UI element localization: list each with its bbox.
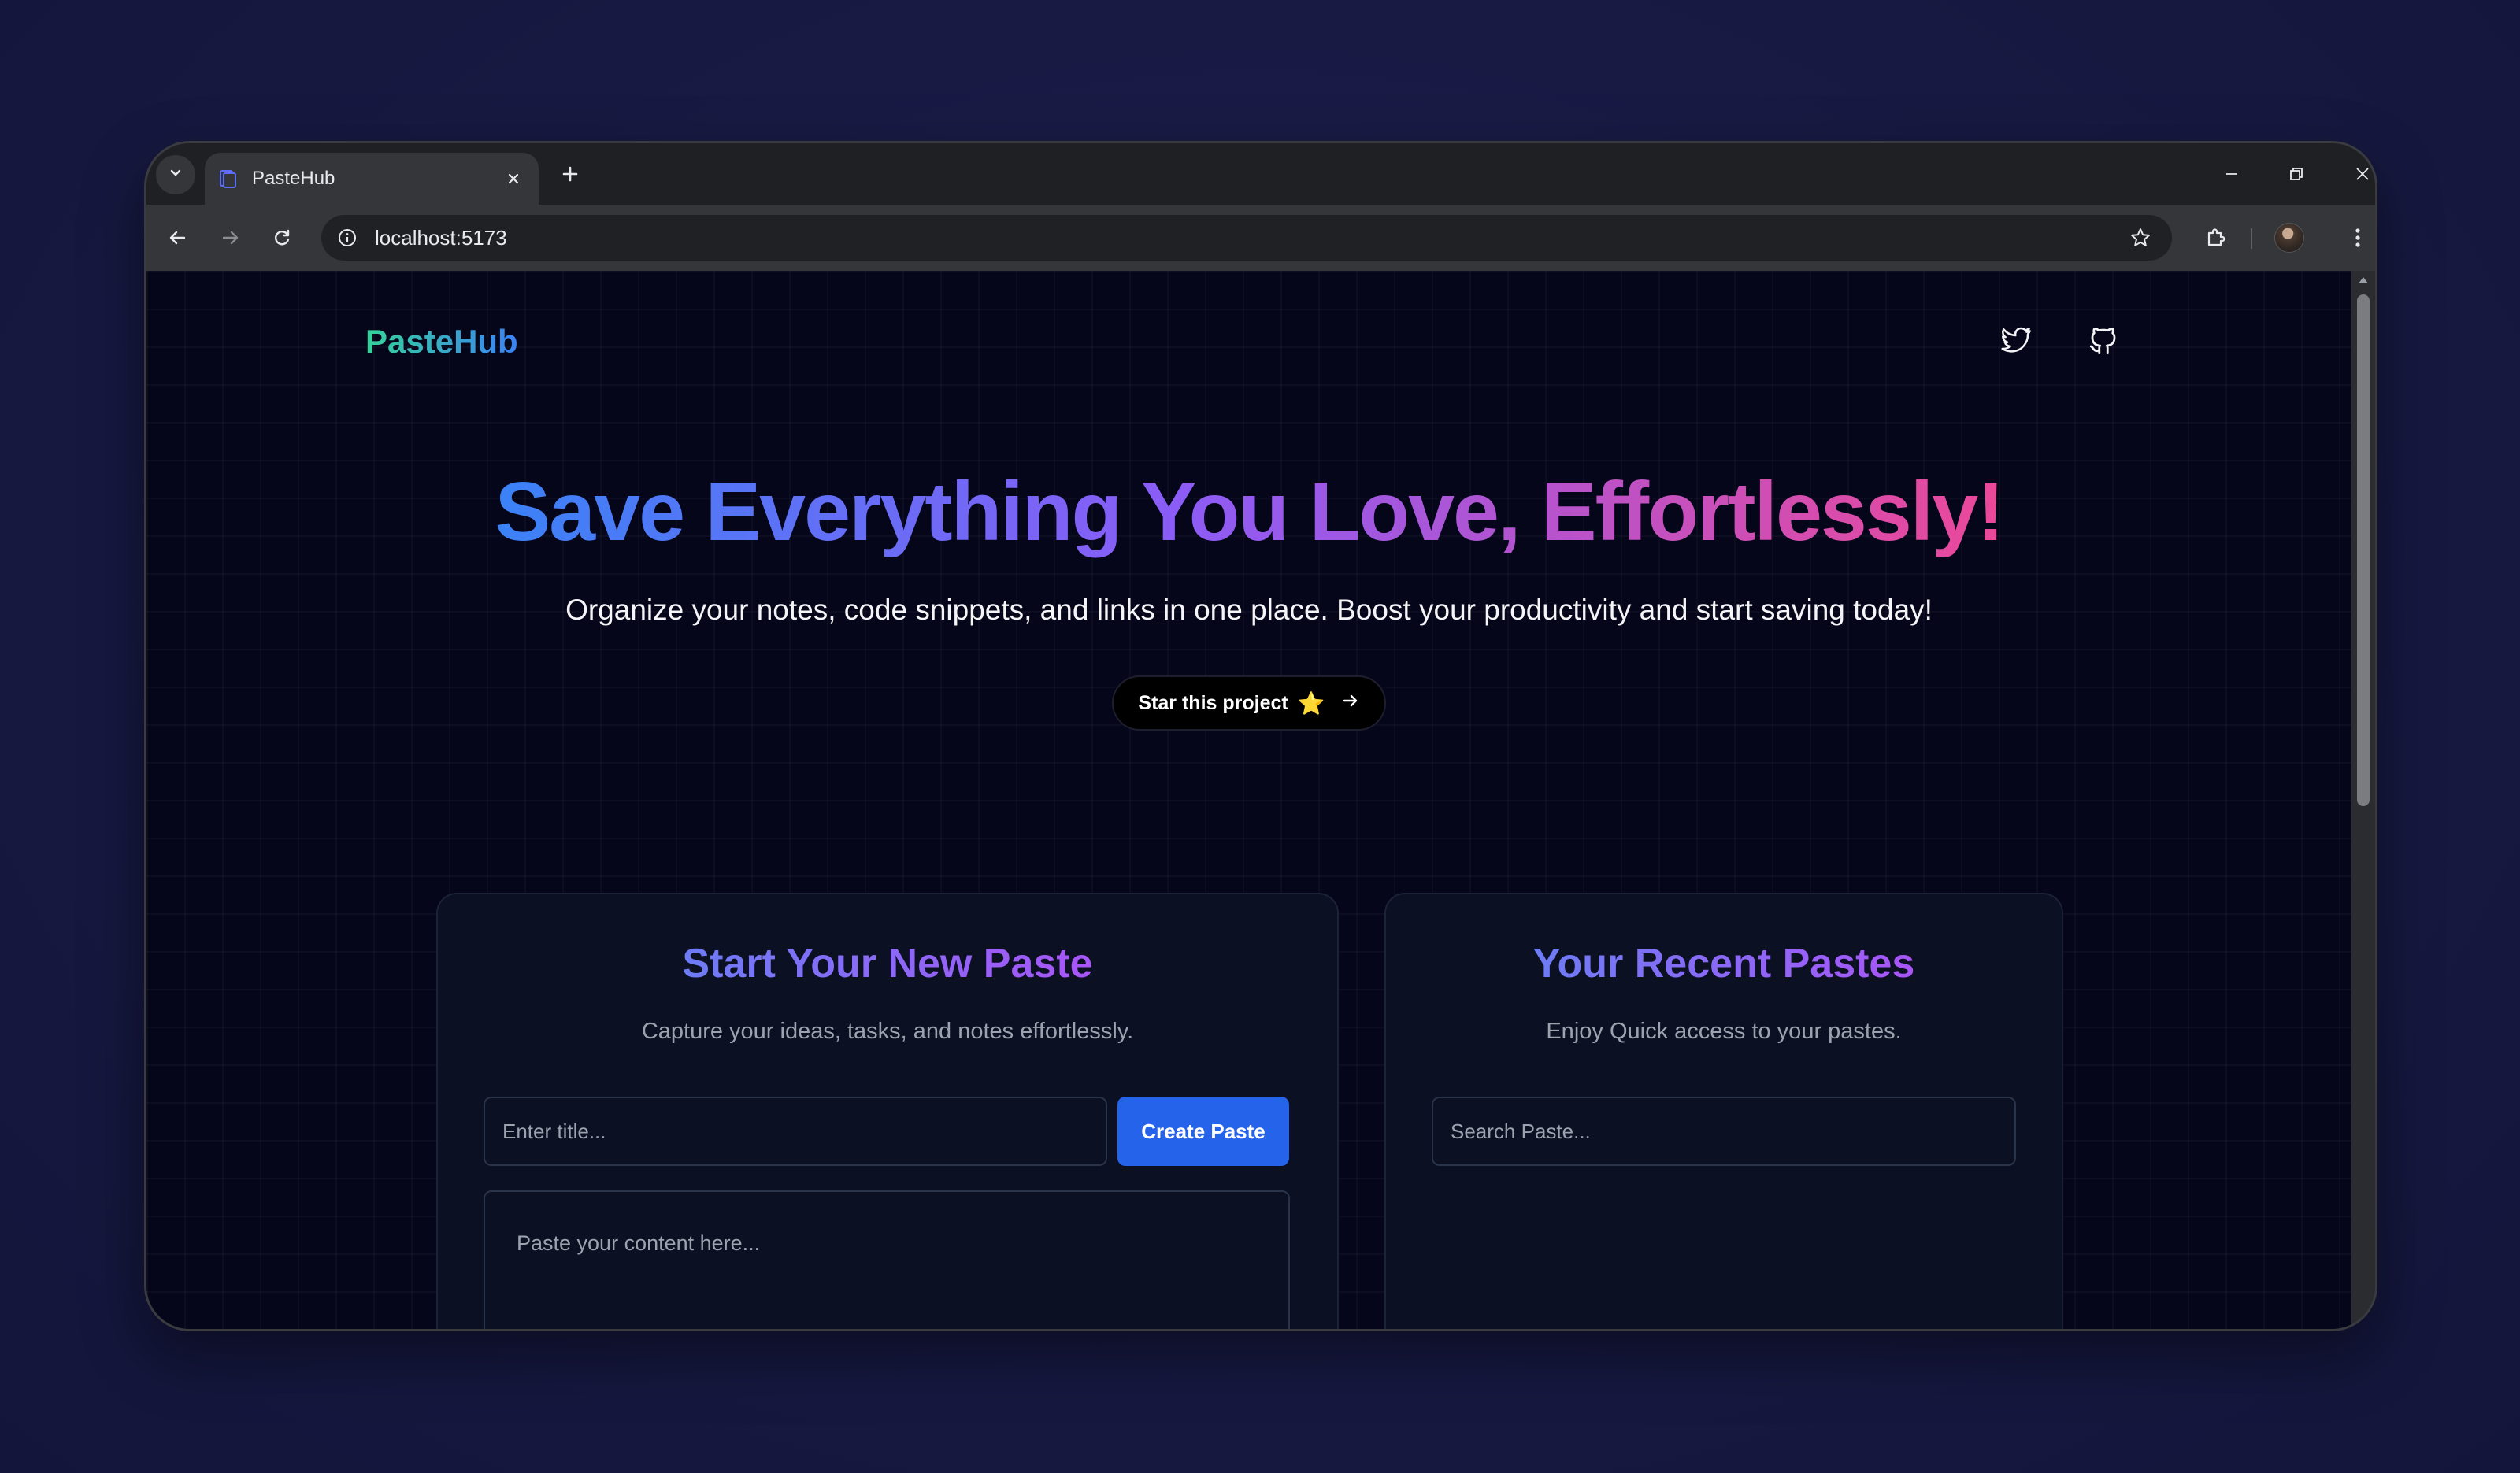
scroll-up-arrow-icon[interactable]: [2359, 277, 2368, 283]
reload-icon: [275, 229, 290, 246]
github-icon: [2089, 327, 2116, 355]
arrow-right-icon: [1341, 691, 1360, 716]
new-paste-title: Start Your New Paste: [682, 941, 1093, 986]
hero-subtitle: Organize your notes, code snippets, and …: [565, 594, 1933, 626]
url-text[interactable]: localhost:5173: [375, 226, 2117, 250]
back-button[interactable]: [158, 217, 198, 258]
page-favicon-icon: [217, 168, 238, 189]
twitter-icon: [2001, 327, 2031, 353]
tab-strip: PasteHub: [146, 143, 2375, 205]
plus-icon: [562, 166, 578, 182]
hero-title: Save Everything You Love, Effortlessly!: [495, 465, 2004, 558]
site-info-icon[interactable]: [324, 215, 370, 261]
title-input[interactable]: [484, 1097, 1107, 1166]
bookmark-star-icon[interactable]: [2117, 215, 2164, 261]
github-link[interactable]: [2082, 320, 2125, 362]
new-paste-card: Start Your New Paste Capture your ideas,…: [436, 893, 1339, 1329]
chevron-down-icon: [168, 165, 183, 185]
create-paste-button[interactable]: Create Paste: [1117, 1097, 1289, 1166]
scrollbar-thumb[interactable]: [2357, 294, 2370, 806]
tab-search-button[interactable]: [156, 155, 195, 194]
close-tab-icon[interactable]: [498, 163, 529, 194]
extensions-button[interactable]: [2196, 217, 2236, 258]
browser-window: PasteHub localhost:5173 PasteHub Save Ev…: [144, 141, 2377, 1331]
toolbar-divider: [2251, 228, 2252, 249]
address-bar[interactable]: localhost:5173: [321, 215, 2172, 261]
tab-title: PasteHub: [252, 168, 335, 189]
page-scrollbar[interactable]: [2351, 271, 2375, 1329]
browser-toolbar: localhost:5173: [146, 205, 2375, 271]
star-emoji: ⭐: [1297, 690, 1325, 716]
recent-pastes-title: Your Recent Pastes: [1532, 941, 1915, 986]
restore-button[interactable]: [2274, 154, 2318, 194]
twitter-link[interactable]: [1996, 320, 2038, 362]
browser-menu-button[interactable]: [2337, 217, 2375, 258]
arrow-left-icon: [169, 231, 186, 245]
close-window-button[interactable]: [2340, 154, 2375, 194]
tab-pastehub[interactable]: PasteHub: [205, 153, 539, 205]
page-viewport: PasteHub Save Everything You Love, Effor…: [146, 271, 2351, 1329]
forward-button[interactable]: [209, 217, 250, 258]
minimize-icon: [2226, 173, 2237, 175]
recent-pastes-card: Your Recent Pastes Enjoy Quick access to…: [1384, 893, 2063, 1329]
close-icon: [2356, 168, 2369, 180]
site-logo[interactable]: PasteHub: [365, 323, 518, 361]
kebab-menu-icon: [2355, 228, 2360, 247]
star-project-button[interactable]: Star this project ⭐: [1112, 675, 1386, 731]
content-textarea[interactable]: [484, 1190, 1290, 1329]
search-paste-input[interactable]: [1432, 1097, 2016, 1166]
minimize-button[interactable]: [2210, 154, 2254, 194]
restore-icon: [2290, 168, 2303, 180]
star-button-label: Star this project: [1138, 691, 1288, 714]
new-paste-subtitle: Capture your ideas, tasks, and notes eff…: [641, 1019, 1134, 1044]
arrow-right-icon: [222, 231, 239, 245]
new-tab-button[interactable]: [553, 157, 587, 191]
recent-pastes-subtitle: Enjoy Quick access to your pastes.: [1546, 1019, 1902, 1044]
puzzle-icon: [2207, 228, 2225, 246]
profile-avatar[interactable]: [2274, 223, 2304, 253]
reload-button[interactable]: [261, 217, 302, 258]
